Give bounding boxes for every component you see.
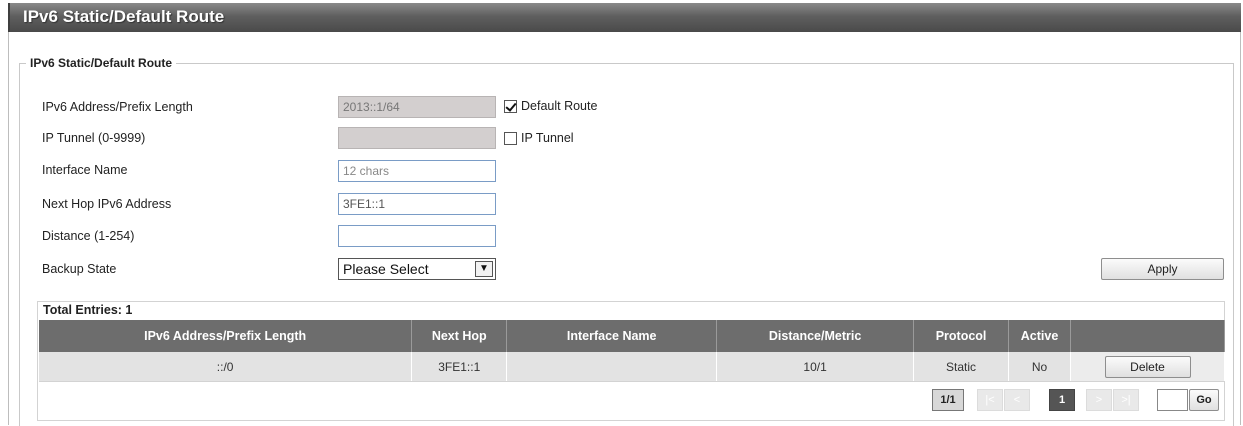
column-header-active: Active <box>1008 320 1071 352</box>
cell-next-hop: 3FE1::1 <box>411 352 508 382</box>
page-title: IPv6 Static/Default Route <box>23 7 225 26</box>
column-header-prefix: IPv6 Address/Prefix Length <box>39 320 413 352</box>
ip-tunnel-checkbox[interactable] <box>504 131 517 145</box>
current-page-button[interactable]: 1 <box>1049 389 1075 411</box>
route-table: IPv6 Address/Prefix Length Next Hop Inte… <box>39 320 1225 382</box>
first-page-button[interactable]: |< <box>977 389 1003 411</box>
cell-active: No <box>1008 352 1071 382</box>
interface-name-label: Interface Name <box>42 163 128 177</box>
ipv6-prefix-input[interactable]: 2013::1/64 <box>338 96 496 118</box>
backup-state-select[interactable]: Please Select ▼ <box>338 258 496 280</box>
cell-protocol: Static <box>913 352 1010 382</box>
backup-state-label: Backup State <box>42 262 117 276</box>
go-button[interactable]: Go <box>1189 389 1219 411</box>
goto-page-input[interactable] <box>1157 389 1188 411</box>
page-title-bar: IPv6 Static/Default Route <box>8 3 1241 32</box>
last-page-button[interactable]: >| <box>1113 389 1139 411</box>
section-legend: IPv6 Static/Default Route <box>30 56 173 70</box>
column-header-action <box>1070 320 1225 352</box>
apply-button[interactable]: Apply <box>1101 258 1224 280</box>
table-header-row: IPv6 Address/Prefix Length Next Hop Inte… <box>39 320 1225 352</box>
distance-label: Distance (1-254) <box>42 229 135 243</box>
column-header-next-hop: Next Hop <box>411 320 508 352</box>
total-entries: Total Entries: 1 <box>43 303 133 317</box>
ip-tunnel-option[interactable]: IP Tunnel <box>504 131 574 145</box>
interface-name-input[interactable]: 12 chars <box>338 160 496 182</box>
cell-interface <box>506 352 718 382</box>
cell-distance: 10/1 <box>716 352 915 382</box>
page-count: 1/1 <box>932 389 964 411</box>
next-hop-input[interactable]: 3FE1::1 <box>338 193 496 215</box>
ipv6-prefix-label: IPv6 Address/Prefix Length <box>42 100 193 114</box>
cell-action: Delete <box>1070 352 1225 382</box>
default-route-label: Default Route <box>521 99 598 113</box>
distance-input[interactable] <box>338 225 496 247</box>
column-header-distance: Distance/Metric <box>716 320 915 352</box>
ip-tunnel-input[interactable] <box>338 127 496 149</box>
next-hop-label: Next Hop IPv6 Address <box>42 197 172 211</box>
delete-button[interactable]: Delete <box>1104 355 1191 378</box>
next-page-button[interactable]: > <box>1086 389 1112 411</box>
default-route-option[interactable]: Default Route <box>504 99 597 113</box>
default-route-checkbox[interactable] <box>504 99 517 113</box>
cell-prefix: ::/0 <box>39 352 413 382</box>
ip-tunnel-label: IP Tunnel (0-9999) <box>42 131 146 145</box>
column-header-protocol: Protocol <box>913 320 1010 352</box>
table-row: ::/0 3FE1::1 10/1 Static No Delete <box>39 352 1225 382</box>
backup-state-value: Please Select <box>343 261 429 277</box>
ip-tunnel-check-label: IP Tunnel <box>521 131 574 145</box>
column-header-interface: Interface Name <box>506 320 718 352</box>
chevron-down-icon[interactable]: ▼ <box>475 261 493 277</box>
prev-page-button[interactable]: < <box>1004 389 1030 411</box>
